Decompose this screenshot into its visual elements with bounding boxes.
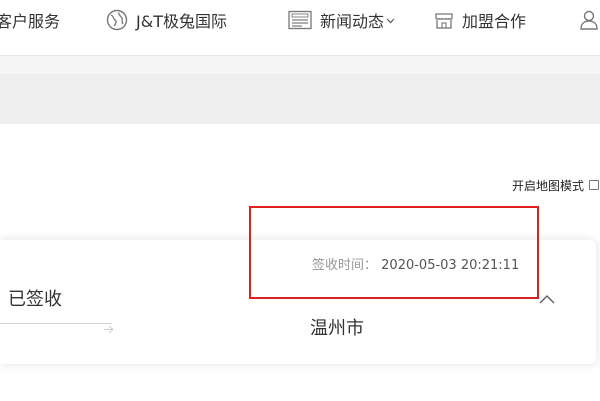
arrow-right-icon — [104, 319, 114, 338]
nav-item-customer-service[interactable]: 客户服务 — [0, 0, 60, 40]
top-nav: 客户服务 J&T极兔国际 新闻动态 加盟合作 — [0, 0, 600, 56]
chevron-down-icon — [386, 16, 395, 25]
newspaper-icon — [288, 10, 312, 30]
nav-item-label: J&T极兔国际 — [136, 12, 227, 31]
globe-icon — [106, 9, 128, 31]
chevron-up-icon[interactable] — [538, 290, 556, 309]
status-divider — [0, 323, 112, 324]
nav-item-user[interactable] — [578, 0, 600, 40]
nav-item-news[interactable]: 新闻动态 — [288, 0, 395, 40]
nav-item-label: 新闻动态 — [320, 12, 385, 31]
nav-item-label: 客户服务 — [0, 12, 61, 31]
user-icon — [578, 9, 600, 31]
map-mode-toggle[interactable]: 开启地图模式 — [512, 175, 600, 195]
nav-item-label: 加盟合作 — [462, 12, 527, 31]
highlight-box — [249, 206, 539, 299]
map-mode-checkbox[interactable] — [589, 180, 599, 190]
search-band — [0, 74, 600, 124]
delivery-status: 已签收 — [8, 289, 62, 310]
nav-item-jt-international[interactable]: J&T极兔国际 — [106, 0, 227, 40]
city-label: 温州市 — [310, 318, 364, 339]
map-mode-label: 开启地图模式 — [511, 178, 584, 193]
nav-item-franchise[interactable]: 加盟合作 — [434, 0, 526, 40]
store-icon — [434, 10, 454, 30]
